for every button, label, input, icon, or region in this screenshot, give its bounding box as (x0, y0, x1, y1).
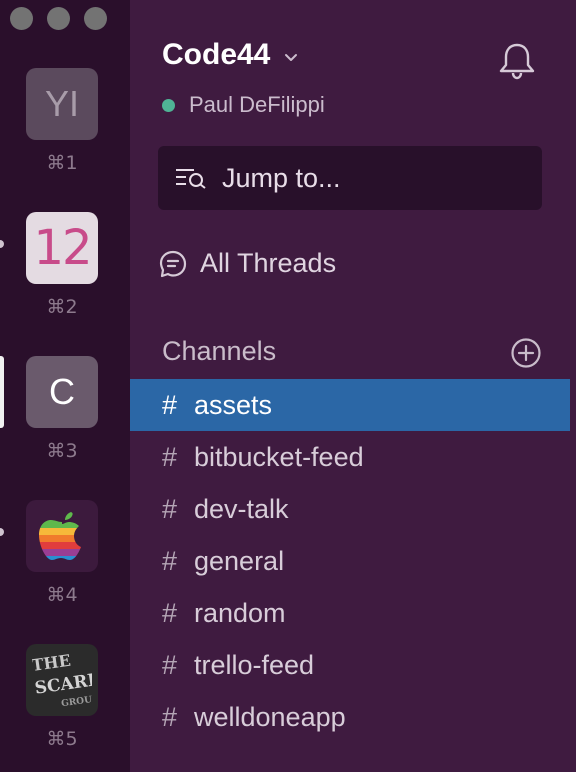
channel-item-bitbucket-feed[interactable]: # bitbucket-feed (130, 431, 576, 483)
jump-to-icon (176, 169, 206, 189)
hash-icon: # (162, 389, 178, 420)
channel-item-welldoneapp[interactable]: # welldoneapp (130, 691, 576, 743)
workspace-shortcut: ⌘4 (46, 584, 78, 606)
workspace-tile: C (26, 356, 98, 428)
jump-to-label: Jump to... (222, 162, 341, 193)
workspace-rail: YI ⌘1 12 ⌘2 C ⌘3 ⌘4 THE SCARPE GROUP ⌘5 (0, 0, 130, 772)
all-threads-label: All Threads (200, 248, 337, 278)
workspace-shortcut: ⌘5 (46, 728, 78, 750)
team-name: Code44 (162, 38, 271, 71)
current-user[interactable]: Paul DeFilippi (162, 92, 325, 118)
channel-item-assets[interactable]: # assets (130, 379, 570, 431)
notifications-button[interactable] (496, 40, 538, 87)
add-channel-button[interactable] (510, 337, 542, 374)
zoom-window-button[interactable] (84, 7, 107, 30)
user-name: Paul DeFilippi (189, 92, 325, 117)
window-controls (10, 7, 107, 30)
apple-logo-icon (39, 512, 81, 560)
slack-app: YI ⌘1 12 ⌘2 C ⌘3 ⌘4 THE SCARPE GROUP ⌘5 … (0, 0, 576, 772)
bell-icon (499, 43, 535, 80)
minimize-window-button[interactable] (47, 7, 70, 30)
workspace-tile (26, 500, 98, 572)
workspace-5[interactable]: THE SCARPE GROUP ⌘5 (26, 644, 98, 750)
channel-name: trello-feed (194, 649, 315, 680)
hash-icon: # (162, 701, 178, 732)
team-switcher[interactable]: Code44 (162, 38, 298, 72)
plus-circle-icon (511, 338, 541, 368)
channel-name: dev-talk (194, 493, 289, 524)
channel-item-dev-talk[interactable]: # dev-talk (130, 483, 576, 535)
channel-name: assets (194, 389, 273, 420)
unread-indicator (0, 528, 4, 536)
all-threads-item[interactable]: All Threads (158, 248, 336, 279)
channel-name: general (194, 545, 285, 576)
channel-name: welldoneapp (194, 701, 346, 732)
workspace-4[interactable]: ⌘4 (26, 500, 98, 606)
hash-icon: # (162, 545, 178, 576)
chevron-down-icon (285, 53, 298, 61)
jump-to-button[interactable]: Jump to... (158, 146, 542, 210)
workspace-tile: 12 (26, 212, 98, 284)
hash-icon: # (162, 441, 178, 472)
channel-item-trello-feed[interactable]: # trello-feed (130, 639, 576, 691)
threads-icon (159, 250, 187, 277)
workspace-1[interactable]: YI ⌘1 (26, 68, 98, 174)
channel-item-general[interactable]: # general (130, 535, 576, 587)
channels-header[interactable]: Channels (162, 336, 276, 367)
channel-name: random (194, 597, 286, 628)
channel-item-random[interactable]: # random (130, 587, 576, 639)
workspace-tile: YI (26, 68, 98, 140)
hash-icon: # (162, 649, 178, 680)
workspace-shortcut: ⌘1 (46, 152, 78, 174)
close-window-button[interactable] (10, 7, 33, 30)
hash-icon: # (162, 597, 178, 628)
presence-indicator (162, 98, 175, 112)
hash-icon: # (162, 493, 178, 524)
active-workspace-indicator (0, 356, 4, 428)
workspace-2[interactable]: 12 ⌘2 (26, 212, 98, 318)
channel-name: bitbucket-feed (194, 441, 364, 472)
workspace-shortcut: ⌘3 (46, 440, 78, 462)
workspace-shortcut: ⌘2 (46, 296, 78, 318)
scarpetta-logo-icon: THE SCARPE GROUP (32, 650, 92, 710)
workspace-3[interactable]: C ⌘3 (26, 356, 98, 462)
unread-indicator (0, 240, 4, 248)
workspace-logo-image: THE SCARPE GROUP (26, 644, 98, 716)
